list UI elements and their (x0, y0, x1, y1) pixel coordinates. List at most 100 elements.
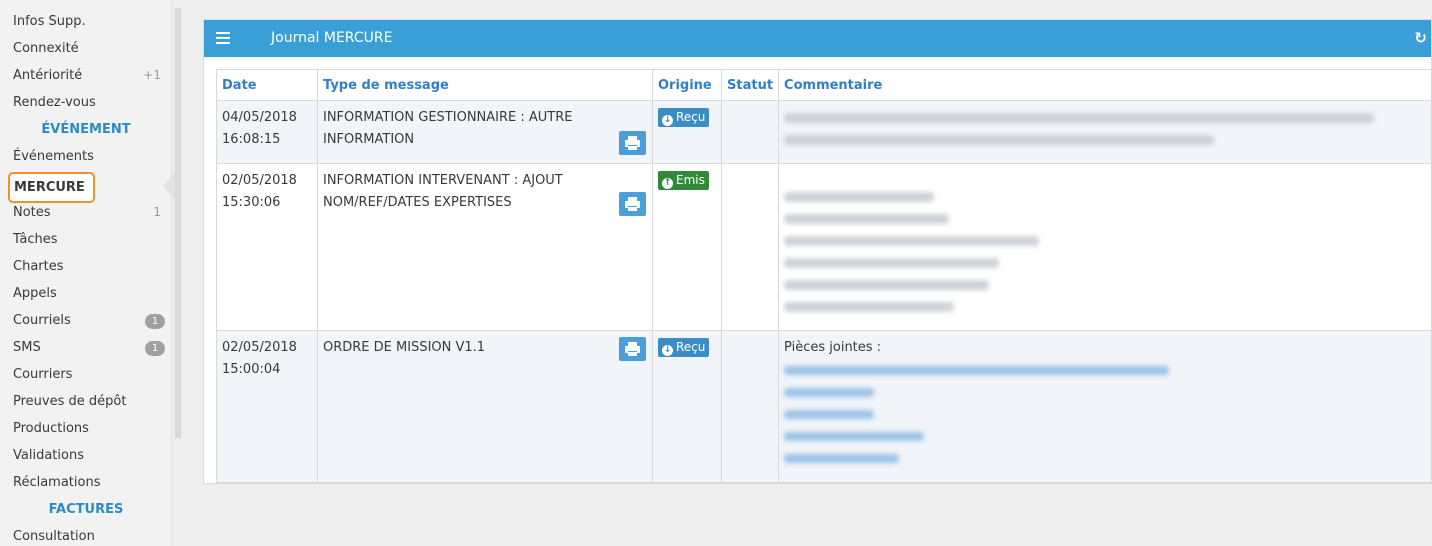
comment-cell (778, 163, 1432, 331)
sidebar-item-connexite[interactable]: Connexité (13, 35, 165, 62)
sidebar-item-preuves-de-depot[interactable]: Preuves de dépôt (13, 388, 165, 415)
widget-title: Journal MERCURE (271, 30, 393, 46)
column-header-date[interactable]: Date (216, 69, 318, 101)
hamburger-icon[interactable] (216, 32, 230, 44)
journal-table: Date Type de message Origine Statut Comm… (216, 69, 1432, 483)
blurred-comment-line (784, 236, 1040, 246)
sidebar-item-sms[interactable]: SMS 1 (13, 334, 165, 361)
comment-cell (778, 100, 1432, 164)
arrow-up-circle-icon: ↑ (662, 178, 673, 189)
column-header-type[interactable]: Type de message (317, 69, 653, 101)
origin-label: Reçu (676, 110, 706, 124)
blurred-comment-line (784, 214, 950, 224)
notes-count: 1 (153, 205, 161, 219)
origin-cell: ↑ Emis (652, 163, 722, 331)
sidebar-item-label: Rendez-vous (13, 95, 96, 110)
origin-received-tag: ↓ Reçu (658, 108, 710, 127)
sidebar-scrollbar[interactable] (175, 8, 181, 438)
type-text-line1: INFORMATION INTERVENANT : AJOUT (323, 173, 563, 188)
date-text: 04/05/2018 (222, 110, 297, 125)
column-header-origin[interactable]: Origine (652, 69, 722, 101)
type-text-line1: INFORMATION GESTIONNAIRE : AUTRE (323, 110, 573, 125)
sidebar-item-label: Courriers (13, 367, 73, 382)
origin-label: Reçu (676, 340, 706, 354)
table-row: 02/05/2018 15:30:06 INFORMATION INTERVEN… (216, 163, 1432, 331)
status-cell (720, 163, 780, 331)
sidebar-item-rendez-vous[interactable]: Rendez-vous (13, 89, 165, 116)
sidebar-item-evenements[interactable]: Événements (13, 143, 165, 170)
blurred-attachment-link[interactable] (784, 432, 925, 441)
arrow-down-circle-icon: ↓ (662, 345, 673, 356)
sidebar-item-anteriorite[interactable]: Antériorité +1 (13, 62, 165, 89)
sidebar-item-label: SMS (13, 340, 41, 355)
blurred-attachment-link[interactable] (784, 454, 900, 463)
type-text-line2: NOM/REF/DATES EXPERTISES (323, 195, 512, 210)
sidebar-item-productions[interactable]: Productions (13, 415, 165, 442)
print-button[interactable] (619, 192, 646, 216)
sidebar-item-label: Tâches (13, 232, 58, 247)
column-header-comment[interactable]: Commentaire (778, 69, 1432, 101)
sidebar-item-label: Productions (13, 421, 89, 436)
date-cell: 02/05/2018 15:30:06 (216, 163, 318, 331)
origin-cell: ↓ Reçu (652, 330, 722, 483)
anteriorite-count: +1 (143, 68, 161, 82)
sidebar-item-reclamations[interactable]: Réclamations (13, 469, 165, 496)
status-cell (720, 100, 780, 164)
sidebar-item-chartes[interactable]: Chartes (13, 253, 165, 280)
sidebar-item-label: Courriels (13, 313, 71, 328)
sidebar-item-label: Antériorité (13, 68, 83, 83)
type-text-line2: INFORMATION (323, 132, 415, 147)
print-button[interactable] (619, 337, 646, 361)
blurred-comment-line (784, 113, 1375, 123)
sidebar-item-label: Consultation (13, 529, 95, 544)
sidebar-section-factures: FACTURES (48, 502, 124, 517)
refresh-icon[interactable]: ↻ (1414, 20, 1427, 57)
active-item-pointer (163, 172, 175, 200)
time-text: 15:30:06 (222, 195, 281, 210)
blurred-comment-line (784, 280, 990, 290)
sidebar-item-appels[interactable]: Appels (13, 280, 165, 307)
blurred-comment-line (784, 135, 1215, 145)
time-text: 15:00:04 (222, 362, 281, 377)
sidebar-item-label: Validations (13, 448, 84, 463)
blurred-comment-line (784, 302, 955, 312)
sidebar-item-infos-supp[interactable]: Infos Supp. (13, 8, 165, 35)
type-cell: INFORMATION INTERVENANT : AJOUT NOM/REF/… (317, 163, 653, 331)
blurred-attachment-link[interactable] (784, 410, 875, 419)
origin-label: Emis (676, 173, 705, 187)
time-text: 16:08:15 (222, 132, 281, 147)
sidebar-item-notes[interactable]: Notes 1 (13, 199, 165, 226)
blurred-attachment-link[interactable] (784, 366, 1170, 375)
origin-cell: ↓ Reçu (652, 100, 722, 164)
sidebar-item-courriels[interactable]: Courriels 1 (13, 307, 165, 334)
blurred-attachment-link[interactable] (784, 388, 875, 397)
type-text-line1: ORDRE DE MISSION V1.1 (323, 340, 486, 355)
sidebar-section-evenement: ÉVÉNEMENT (41, 122, 131, 137)
column-header-status[interactable]: Statut (720, 69, 780, 101)
sidebar-item-courriers[interactable]: Courriers (13, 361, 165, 388)
date-text: 02/05/2018 (222, 173, 297, 188)
sidebar-item-label: Notes (13, 205, 51, 220)
sidebar-item-taches[interactable]: Tâches (13, 226, 165, 253)
sidebar-item-consultation[interactable]: Consultation (13, 523, 165, 546)
sidebar-item-label: Infos Supp. (13, 14, 86, 29)
table-header-row: Date Type de message Origine Statut Comm… (216, 69, 1432, 101)
date-text: 02/05/2018 (222, 340, 297, 355)
table-row: 04/05/2018 16:08:15 INFORMATION GESTIONN… (216, 100, 1432, 164)
attachments-title: Pièces jointes : (784, 340, 882, 355)
type-cell: ORDRE DE MISSION V1.1 (317, 330, 653, 483)
date-cell: 02/05/2018 15:00:04 (216, 330, 318, 483)
table-row: 02/05/2018 15:00:04 ORDRE DE MISSION V1.… (216, 330, 1432, 483)
origin-emitted-tag: ↑ Emis (658, 171, 709, 190)
widget-header: Journal MERCURE ↻ (204, 20, 1431, 57)
blurred-comment-line (784, 258, 1000, 268)
print-button[interactable] (619, 131, 646, 155)
date-cell: 04/05/2018 16:08:15 (216, 100, 318, 164)
sidebar-item-label: Connexité (13, 41, 79, 56)
sidebar-item-label: Appels (13, 286, 57, 301)
sidebar-item-label: Événements (13, 149, 94, 164)
sidebar-item-validations[interactable]: Validations (13, 442, 165, 469)
blurred-comment-line (784, 192, 935, 202)
status-cell (720, 330, 780, 483)
sms-badge: 1 (145, 341, 165, 356)
